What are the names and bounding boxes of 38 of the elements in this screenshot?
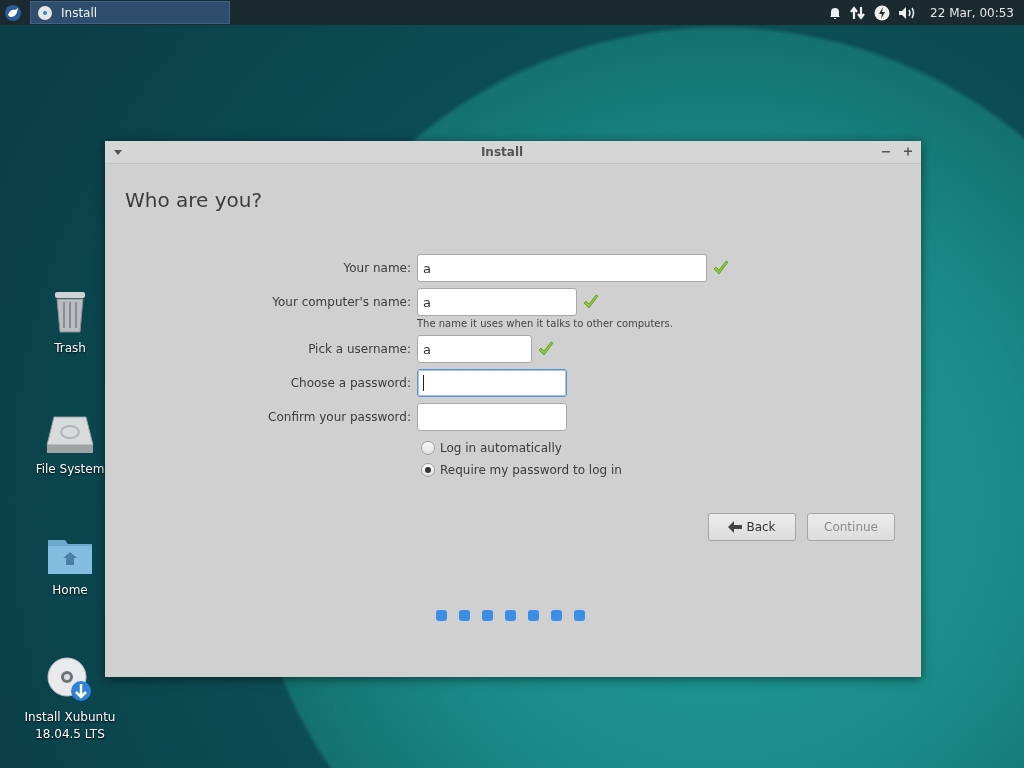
field-label: Choose a password: bbox=[290, 376, 411, 390]
page-heading: Who are you? bbox=[125, 188, 264, 212]
radio-button[interactable] bbox=[421, 463, 435, 477]
arrow-left-icon bbox=[728, 521, 743, 533]
desktop-icon-label[interactable]: Install Xubuntu 18.04.5 LTS bbox=[22, 709, 118, 743]
text-field[interactable]: a bbox=[417, 288, 577, 316]
installer-icon bbox=[37, 4, 53, 21]
field-hint: The name it uses when it talks to other computers. bbox=[417, 318, 674, 329]
radio-label[interactable]: Require my password to log in bbox=[440, 463, 622, 477]
checkmark-icon bbox=[583, 294, 599, 310]
bell-icon[interactable] bbox=[828, 5, 843, 20]
disc-install-icon[interactable] bbox=[47, 657, 93, 703]
checkmark-icon bbox=[538, 341, 554, 357]
network-arrows-icon[interactable] bbox=[850, 4, 867, 21]
maximize-icon[interactable] bbox=[903, 147, 913, 157]
field-label: Pick a username: bbox=[308, 342, 411, 356]
checkmark-icon bbox=[713, 260, 729, 276]
field-label: Your computer's name: bbox=[272, 295, 411, 309]
power-icon[interactable] bbox=[874, 4, 891, 21]
mouse-logo-icon[interactable] bbox=[4, 3, 22, 22]
trash-can-icon[interactable] bbox=[52, 290, 88, 334]
taskbar-button[interactable]: Install bbox=[30, 1, 230, 24]
field-label: Your name: bbox=[343, 261, 411, 275]
text-field[interactable]: a bbox=[417, 254, 707, 282]
window-menu-icon[interactable] bbox=[113, 147, 123, 157]
back-button[interactable]: Back bbox=[708, 513, 796, 541]
desktop-icon-label[interactable]: File System bbox=[35, 461, 105, 478]
desktop-icon-label[interactable]: Home bbox=[52, 582, 88, 599]
text-field[interactable] bbox=[417, 369, 567, 397]
desktop-icon-label[interactable]: Trash bbox=[54, 340, 86, 357]
hard-drive-icon[interactable] bbox=[46, 415, 94, 455]
field-label: Confirm your password: bbox=[268, 410, 411, 424]
radio-label[interactable]: Log in automatically bbox=[440, 441, 562, 455]
clock[interactable]: 22 Mar, 00:53 bbox=[930, 5, 1014, 20]
window-title: Install bbox=[479, 145, 525, 159]
text-field[interactable] bbox=[417, 403, 567, 431]
text-field[interactable]: a bbox=[417, 335, 532, 363]
radio-button[interactable] bbox=[421, 441, 435, 455]
